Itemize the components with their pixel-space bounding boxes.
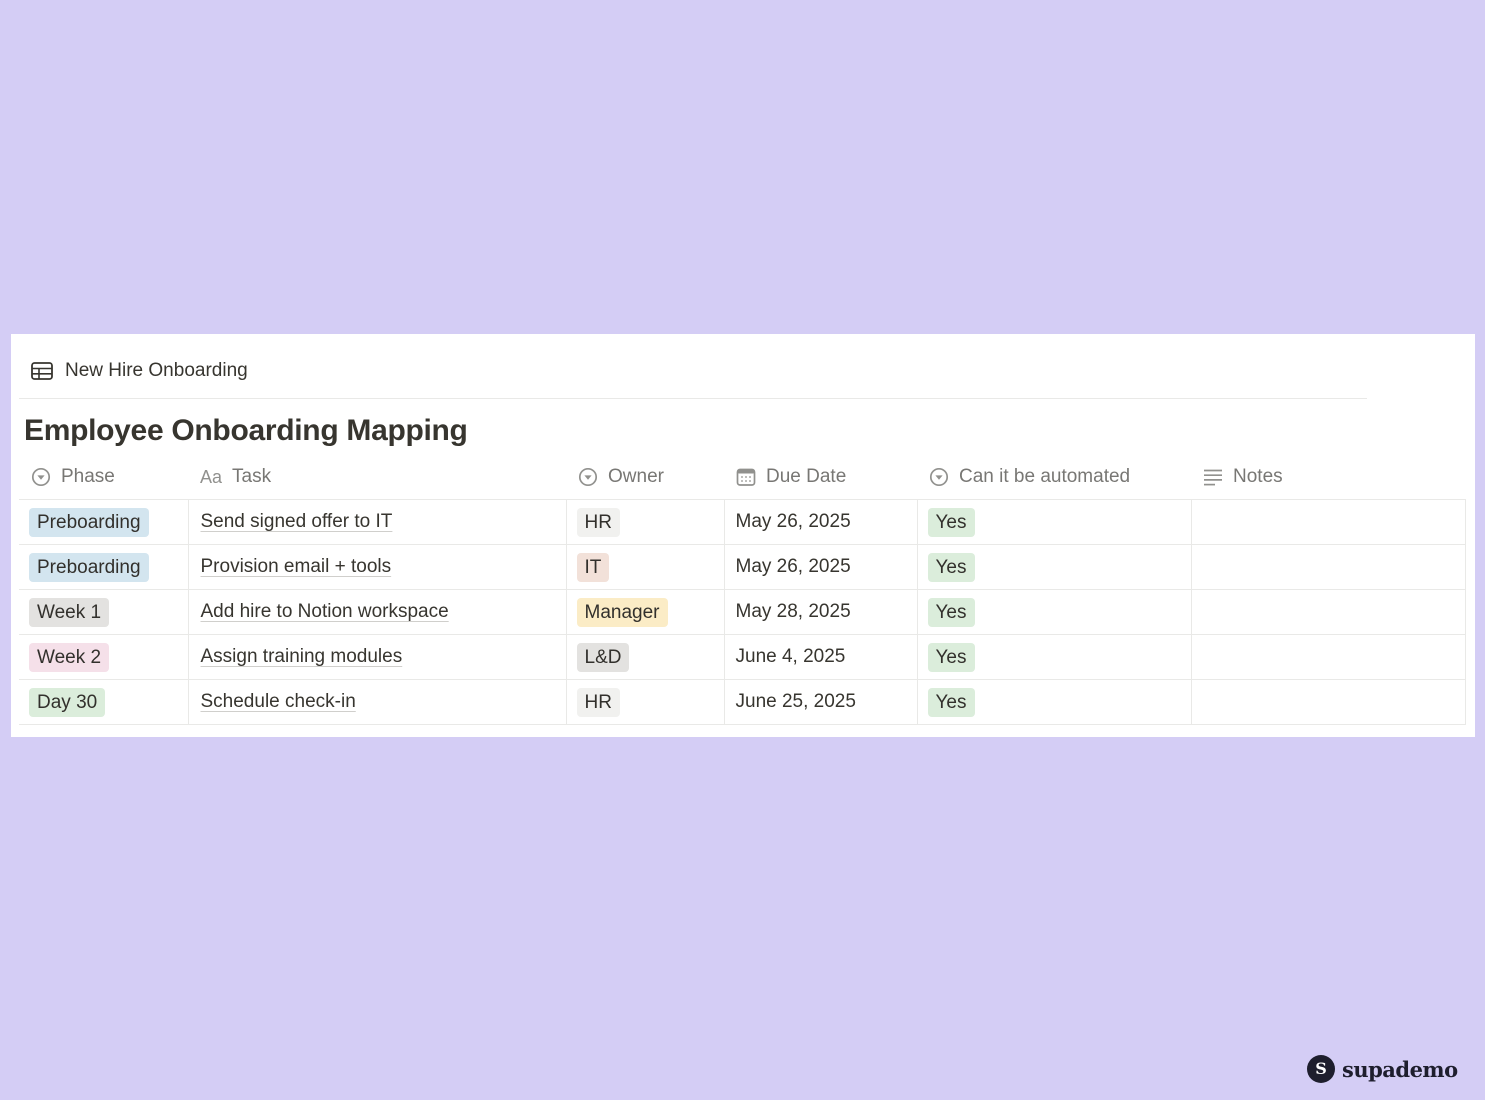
cell-due-date[interactable]: June 25, 2025: [723, 679, 917, 725]
owner-tag: HR: [576, 687, 620, 717]
task-title[interactable]: Assign training modules: [199, 646, 403, 668]
cell-phase[interactable]: Day 30: [19, 679, 188, 725]
task-title[interactable]: Provision email + tools: [199, 556, 392, 578]
column-label: Task: [232, 466, 272, 487]
supademo-wordmark: supademo: [1342, 1056, 1458, 1082]
due-date-value: May 28, 2025: [735, 601, 851, 622]
tab-divider: [19, 398, 1367, 399]
cell-notes[interactable]: [1190, 634, 1466, 680]
cell-owner[interactable]: IT: [565, 544, 724, 590]
cell-notes[interactable]: [1190, 589, 1466, 635]
table-row[interactable]: Preboarding Send signed offer to IT HR M…: [19, 499, 1466, 545]
cell-due-date[interactable]: May 26, 2025: [723, 499, 917, 545]
table-header-row: Phase Aa Task Owner Due Date Can it be a…: [19, 455, 1465, 500]
cell-phase[interactable]: Preboarding: [19, 544, 188, 590]
automated-tag: Yes: [927, 687, 975, 717]
phase-tag: Preboarding: [29, 507, 149, 537]
column-label: Notes: [1233, 466, 1283, 487]
table-row[interactable]: Day 30 Schedule check-in HR June 25, 202…: [19, 679, 1466, 725]
column-header-notes[interactable]: Notes: [1191, 455, 1465, 500]
due-date-value: June 4, 2025: [735, 646, 846, 667]
cell-owner[interactable]: L&D: [565, 634, 724, 680]
cell-owner[interactable]: Manager: [565, 589, 724, 635]
table-row[interactable]: Week 2 Assign training modules L&D June …: [19, 634, 1466, 680]
table-icon: [31, 362, 53, 380]
column-header-phase[interactable]: Phase: [19, 455, 188, 500]
cell-phase[interactable]: Preboarding: [19, 499, 188, 545]
automated-tag: Yes: [927, 597, 975, 627]
cell-automated[interactable]: Yes: [916, 544, 1191, 590]
owner-tag: L&D: [576, 642, 630, 672]
select-icon: [31, 467, 51, 487]
text-lines-icon: [1203, 467, 1223, 487]
task-title[interactable]: Schedule check-in: [199, 691, 356, 713]
cell-notes[interactable]: [1190, 544, 1466, 590]
database-table: Phase Aa Task Owner Due Date Can it be a…: [19, 455, 1466, 725]
cell-task[interactable]: Send signed offer to IT: [187, 499, 566, 545]
table-row[interactable]: Week 1 Add hire to Notion workspace Mana…: [19, 589, 1466, 635]
cell-due-date[interactable]: May 26, 2025: [723, 544, 917, 590]
cell-automated[interactable]: Yes: [916, 634, 1191, 680]
column-header-owner[interactable]: Owner: [566, 455, 724, 500]
column-label: Can it be automated: [959, 466, 1131, 487]
automated-tag: Yes: [927, 507, 975, 537]
cell-task[interactable]: Provision email + tools: [187, 544, 566, 590]
select-icon: [929, 467, 949, 487]
due-date-value: May 26, 2025: [735, 556, 851, 577]
cell-automated[interactable]: Yes: [916, 589, 1191, 635]
select-icon: [578, 467, 598, 487]
supademo-logo-icon: S: [1307, 1055, 1335, 1083]
cell-automated[interactable]: Yes: [916, 499, 1191, 545]
column-label: Phase: [61, 466, 115, 487]
cell-notes[interactable]: [1190, 679, 1466, 725]
cell-task[interactable]: Schedule check-in: [187, 679, 566, 725]
cell-task[interactable]: Assign training modules: [187, 634, 566, 680]
view-tab-table[interactable]: New Hire Onboarding: [31, 356, 248, 386]
task-title[interactable]: Add hire to Notion workspace: [199, 601, 449, 623]
view-tab-label: New Hire Onboarding: [65, 360, 248, 381]
cell-notes[interactable]: [1190, 499, 1466, 545]
task-title[interactable]: Send signed offer to IT: [199, 511, 393, 533]
cell-automated[interactable]: Yes: [916, 679, 1191, 725]
due-date-value: May 26, 2025: [735, 511, 851, 532]
owner-tag: Manager: [576, 597, 668, 627]
cell-owner[interactable]: HR: [565, 499, 724, 545]
phase-tag: Week 2: [29, 642, 110, 672]
cell-phase[interactable]: Week 1: [19, 589, 188, 635]
supademo-branding: S supademo: [1307, 1055, 1458, 1083]
column-header-task[interactable]: Aa Task: [188, 455, 566, 500]
phase-tag: Week 1: [29, 597, 110, 627]
cell-due-date[interactable]: June 4, 2025: [723, 634, 917, 680]
table-row[interactable]: Preboarding Provision email + tools IT M…: [19, 544, 1466, 590]
calendar-icon: [736, 467, 756, 487]
column-header-due-date[interactable]: Due Date: [724, 455, 917, 500]
owner-tag: IT: [576, 552, 610, 582]
owner-tag: HR: [576, 507, 620, 537]
automated-tag: Yes: [927, 552, 975, 582]
text-type-icon: Aa: [200, 466, 223, 487]
database-panel: New Hire Onboarding Employee Onboarding …: [11, 334, 1475, 737]
column-header-automated[interactable]: Can it be automated: [917, 455, 1191, 500]
cell-task[interactable]: Add hire to Notion workspace: [187, 589, 566, 635]
automated-tag: Yes: [927, 642, 975, 672]
phase-tag: Day 30: [29, 687, 106, 717]
cell-phase[interactable]: Week 2: [19, 634, 188, 680]
phase-tag: Preboarding: [29, 552, 149, 582]
due-date-value: June 25, 2025: [735, 691, 856, 712]
cell-due-date[interactable]: May 28, 2025: [723, 589, 917, 635]
column-label: Owner: [608, 466, 664, 487]
column-label: Due Date: [766, 466, 847, 487]
cell-owner[interactable]: HR: [565, 679, 724, 725]
page-title: Employee Onboarding Mapping: [24, 414, 468, 447]
